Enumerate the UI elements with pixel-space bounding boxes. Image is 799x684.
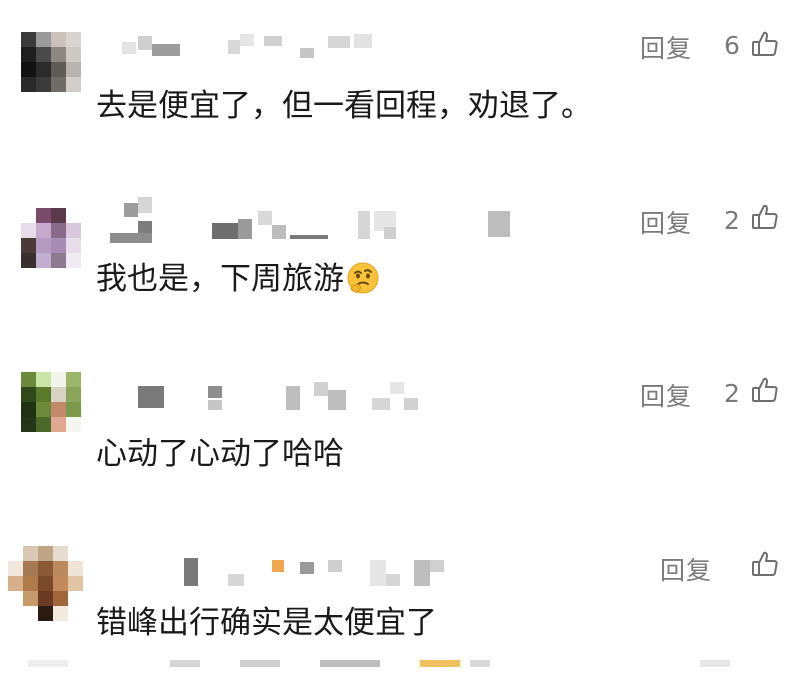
comment-item: 回复 2 我也是，下周旅游	[0, 175, 799, 335]
reply-button[interactable]: 回复	[640, 204, 692, 240]
avatar[interactable]	[8, 546, 83, 621]
thumbs-up-icon[interactable]	[751, 203, 779, 231]
comment-text: 心动了心动了哈哈	[96, 436, 344, 472]
like-count: 6	[724, 31, 740, 60]
comment-text: 我也是，下周旅游	[96, 253, 380, 298]
comment-item: 回复 6 去是便宜了，但一看回程，劝退了。	[0, 0, 799, 160]
reply-button[interactable]: 回复	[660, 551, 712, 587]
thinking-face-emoji-icon	[346, 261, 380, 295]
thumbs-up-icon[interactable]	[751, 30, 779, 58]
avatar[interactable]	[21, 372, 81, 432]
avatar[interactable]	[21, 32, 81, 92]
username-blurred[interactable]	[96, 34, 386, 58]
username-blurred[interactable]	[108, 556, 468, 592]
username-blurred[interactable]	[108, 380, 438, 416]
avatar[interactable]	[21, 208, 81, 268]
comment-text: 去是便宜了，但一看回程，劝退了。	[96, 88, 592, 124]
like-count: 2	[724, 206, 740, 235]
thumbs-up-icon[interactable]	[751, 376, 779, 404]
like-count: 2	[724, 379, 740, 408]
reply-button[interactable]: 回复	[640, 29, 692, 65]
thumbs-up-icon[interactable]	[751, 550, 779, 578]
username-blurred[interactable]	[108, 197, 538, 247]
reply-button[interactable]: 回复	[640, 377, 692, 413]
comment-text: 错峰出行确实是太便宜了	[96, 605, 437, 641]
comment-item: 回复 2 心动了心动了哈哈	[0, 350, 799, 510]
next-comment-partial	[0, 656, 799, 667]
comment-text-content: 我也是，下周旅游	[96, 261, 344, 297]
